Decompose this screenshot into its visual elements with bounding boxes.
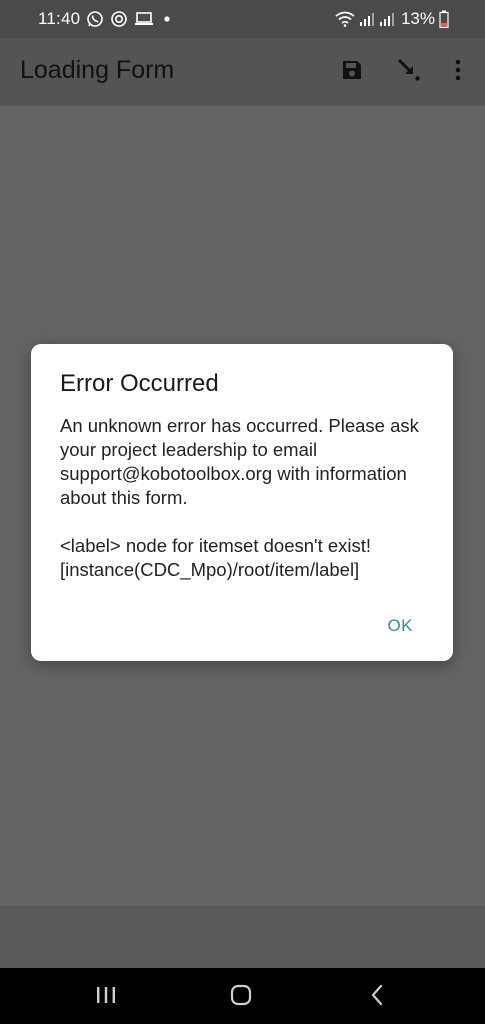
recent-apps-button[interactable]: [86, 982, 126, 1012]
home-icon: [229, 983, 253, 1012]
recent-apps-icon: [95, 985, 117, 1010]
dialog-detail: <label> node for itemset doesn't exist! …: [60, 535, 372, 580]
more-options-button[interactable]: [442, 56, 474, 88]
navigation-bar: [0, 968, 485, 1024]
more-vert-icon: [454, 59, 462, 86]
save-button[interactable]: [336, 56, 368, 88]
page-title: Loading Form: [20, 56, 175, 84]
app-bar: Loading Form: [0, 38, 485, 106]
app-icon: [110, 10, 128, 28]
dialog-spacer: [60, 510, 440, 534]
status-bar-right: 13%: [335, 0, 449, 38]
battery-icon: [439, 10, 449, 28]
back-button[interactable]: [357, 982, 397, 1012]
status-bar-left: 11:40: [38, 0, 174, 38]
laptop-icon: [134, 11, 154, 27]
battery-percent: 13%: [400, 9, 435, 28]
back-icon: [369, 984, 385, 1011]
dialog-message: An unknown error has occurred. Please as…: [60, 415, 419, 508]
dot-icon: [160, 14, 174, 24]
goto-icon: [396, 57, 422, 88]
signal-icon: [379, 12, 395, 26]
home-button[interactable]: [221, 982, 261, 1012]
save-icon: [340, 58, 364, 87]
goto-button[interactable]: [393, 56, 425, 88]
bottom-strip: [0, 906, 485, 968]
screen: 11:40 13% Loading Form Error Occurred An…: [0, 0, 485, 1024]
status-time: 11:40: [38, 9, 81, 28]
error-dialog: Error Occurred An unknown error has occu…: [31, 344, 453, 661]
dialog-title: Error Occurred: [60, 370, 219, 397]
status-bar: 11:40 13%: [0, 0, 485, 38]
dialog-body: An unknown error has occurred. Please as…: [60, 414, 440, 582]
whatsapp-icon: [86, 10, 104, 28]
wifi-icon: [335, 11, 355, 27]
ok-button[interactable]: OK: [387, 616, 413, 636]
signal-icon: [359, 12, 375, 26]
